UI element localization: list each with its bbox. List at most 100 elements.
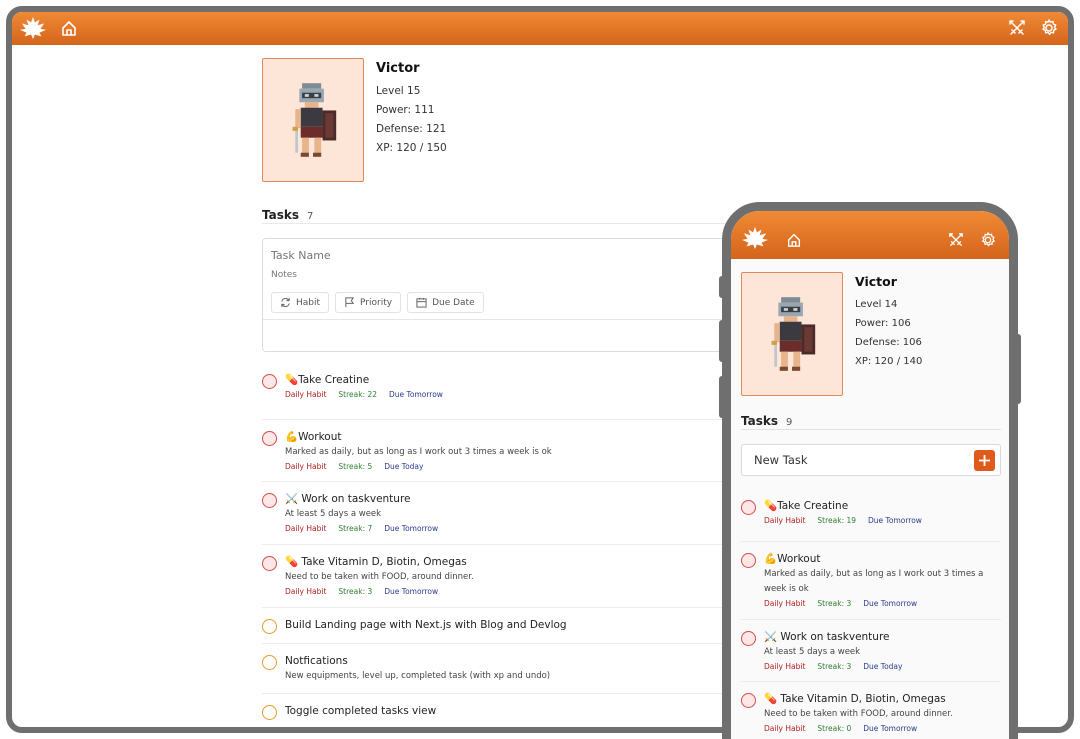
task-name-input[interactable] xyxy=(271,249,671,262)
tasks-title: Tasks xyxy=(741,414,779,428)
task-title: 💊 Take Vitamin D, Biotin, Omegas xyxy=(285,556,467,568)
complete-task-checkbox[interactable] xyxy=(262,374,277,389)
task-title: Build Landing page with Next.js with Blo… xyxy=(285,619,567,631)
task-item[interactable]: 💊 Take Vitamin D, Biotin, Omegas Need to… xyxy=(262,545,742,608)
task-note: At least 5 days a week xyxy=(285,509,382,519)
task-title: Toggle completed tasks view xyxy=(285,705,437,717)
crossed-swords-icon[interactable] xyxy=(1008,19,1026,37)
task-type: Daily Habit xyxy=(285,390,327,399)
maple-leaf-logo-icon[interactable] xyxy=(18,15,48,41)
task-item[interactable]: ⚔️ Work on taskventure At least 5 days a… xyxy=(262,482,742,545)
task-streak: Streak: 3 xyxy=(338,587,373,596)
due-date-button[interactable]: Due Date xyxy=(407,292,484,313)
task-meta: Daily Habit Streak: 5 Due Today xyxy=(285,460,742,473)
task-item[interactable]: 💪Workout Marked as daily, but as long as… xyxy=(262,420,742,482)
complete-task-checkbox[interactable] xyxy=(741,631,756,646)
task-title: 💊 Take Vitamin D, Biotin, Omegas xyxy=(764,693,946,705)
stat-power: Power: 106 xyxy=(855,318,911,329)
task-streak: Streak: 5 xyxy=(338,462,373,471)
character-stats: Victor Level 14 Power: 106 Defense: 106 … xyxy=(855,273,922,371)
gear-icon[interactable] xyxy=(980,232,996,248)
tasks-header: Tasks 9 xyxy=(741,410,1001,430)
tasks-title: Tasks xyxy=(262,208,300,222)
avatar xyxy=(262,58,364,182)
complete-task-checkbox[interactable] xyxy=(741,553,756,568)
crossed-swords-icon[interactable] xyxy=(948,232,964,248)
task-title: 💊Take Creatine xyxy=(285,374,370,386)
priority-label: Priority xyxy=(360,297,393,308)
complete-task-checkbox[interactable] xyxy=(262,431,277,446)
habit-button[interactable]: Habit xyxy=(271,292,330,313)
task-type: Daily Habit xyxy=(764,724,806,733)
task-meta: Daily Habit Streak: 19 Due Tomorrow xyxy=(764,514,1001,527)
task-due: Due Tomorrow xyxy=(389,390,443,399)
task-note: New equipments, level up, completed task… xyxy=(285,671,551,681)
task-note: Need to be taken with FOOD, around dinne… xyxy=(285,572,474,582)
task-list: 💊Take Creatine Daily Habit Streak: 22 Du… xyxy=(262,372,742,727)
complete-task-checkbox[interactable] xyxy=(262,556,277,571)
stat-defense: Defense: 121 xyxy=(376,123,447,135)
task-item[interactable]: 💊Take Creatine Daily Habit Streak: 19 Du… xyxy=(741,496,1001,542)
task-item[interactable]: Build Landing page with Next.js with Blo… xyxy=(262,608,742,644)
avatar xyxy=(741,272,843,396)
task-item[interactable]: 💪Workout Marked as daily, but as long as… xyxy=(741,542,1001,620)
task-item[interactable]: 💊 Take Vitamin D, Biotin, Omegas Need to… xyxy=(741,682,1001,739)
tasks-count: 7 xyxy=(307,211,314,222)
maple-leaf-logo-icon[interactable] xyxy=(740,225,770,251)
task-due: Due Tomorrow xyxy=(863,724,918,733)
add-task-button[interactable] xyxy=(974,450,995,471)
task-streak: Streak: 7 xyxy=(338,524,373,533)
task-meta: Daily Habit Streak: 7 Due Tomorrow xyxy=(285,522,742,535)
character-stats: Victor Level 15 Power: 111 Defense: 121 … xyxy=(376,60,447,158)
complete-task-checkbox[interactable] xyxy=(741,500,756,515)
task-note: Need to be taken with FOOD, around dinne… xyxy=(764,709,953,719)
task-type: Daily Habit xyxy=(285,587,327,596)
task-streak: Streak: 0 xyxy=(817,724,852,733)
complete-task-checkbox[interactable] xyxy=(262,619,277,634)
home-icon[interactable] xyxy=(60,19,78,37)
stat-level: Level 14 xyxy=(855,299,898,310)
task-meta: Daily Habit Streak: 3 Due Today xyxy=(764,660,1001,673)
task-type: Daily Habit xyxy=(285,524,327,533)
complete-task-checkbox[interactable] xyxy=(262,493,277,508)
gear-icon[interactable] xyxy=(1040,19,1058,37)
task-item[interactable]: ⚔️ Work on taskventure At least 5 days a… xyxy=(741,620,1001,682)
new-task-bar[interactable]: New Task xyxy=(741,444,1001,476)
task-streak: Streak: 19 xyxy=(817,516,857,525)
task-due: Due Tomorrow xyxy=(863,599,918,608)
task-streak: Streak: 3 xyxy=(817,662,852,671)
task-list: 💊Take Creatine Daily Habit Streak: 19 Du… xyxy=(741,496,1001,739)
task-note: Marked as daily, but as long as I work o… xyxy=(764,569,984,594)
task-streak: Streak: 3 xyxy=(817,599,852,608)
stat-xp: XP: 120 / 150 xyxy=(376,142,447,154)
task-options: Habit Priority Due Date xyxy=(271,292,484,313)
task-title: 💪Workout xyxy=(285,431,342,443)
priority-button[interactable]: Priority xyxy=(335,292,402,313)
task-item[interactable]: 💊Take Creatine Daily Habit Streak: 22 Du… xyxy=(262,372,742,420)
task-title: 💪Workout xyxy=(764,553,821,565)
complete-task-checkbox[interactable] xyxy=(741,693,756,708)
repeat-icon xyxy=(281,297,290,308)
home-icon[interactable] xyxy=(786,232,802,248)
task-item[interactable]: Toggle completed tasks view xyxy=(262,694,742,727)
task-notes-input[interactable] xyxy=(271,270,671,280)
flag-icon xyxy=(345,297,355,308)
task-note: Marked as daily, but as long as I work o… xyxy=(285,447,552,457)
task-title: ⚔️ Work on taskventure xyxy=(285,493,411,505)
due-date-label: Due Date xyxy=(432,297,475,308)
complete-task-checkbox[interactable] xyxy=(262,705,277,720)
character-profile: Victor Level 15 Power: 111 Defense: 121 … xyxy=(262,58,762,184)
task-streak: Streak: 22 xyxy=(338,390,378,399)
task-item[interactable]: Notfications New equipments, level up, c… xyxy=(262,644,742,694)
task-due: Due Today xyxy=(384,462,424,471)
knight-avatar-icon xyxy=(771,297,816,371)
task-due: Due Tomorrow xyxy=(384,587,439,596)
task-title: Notfications xyxy=(285,655,348,667)
calendar-icon xyxy=(416,297,427,308)
task-meta: Daily Habit Streak: 3 Due Tomorrow xyxy=(764,597,1001,610)
complete-task-checkbox[interactable] xyxy=(262,655,277,670)
tasks-count: 9 xyxy=(786,417,793,428)
task-due: Due Tomorrow xyxy=(868,516,922,525)
task-meta: Daily Habit Streak: 22 Due Tomorrow xyxy=(285,388,742,401)
habit-label: Habit xyxy=(296,297,321,308)
